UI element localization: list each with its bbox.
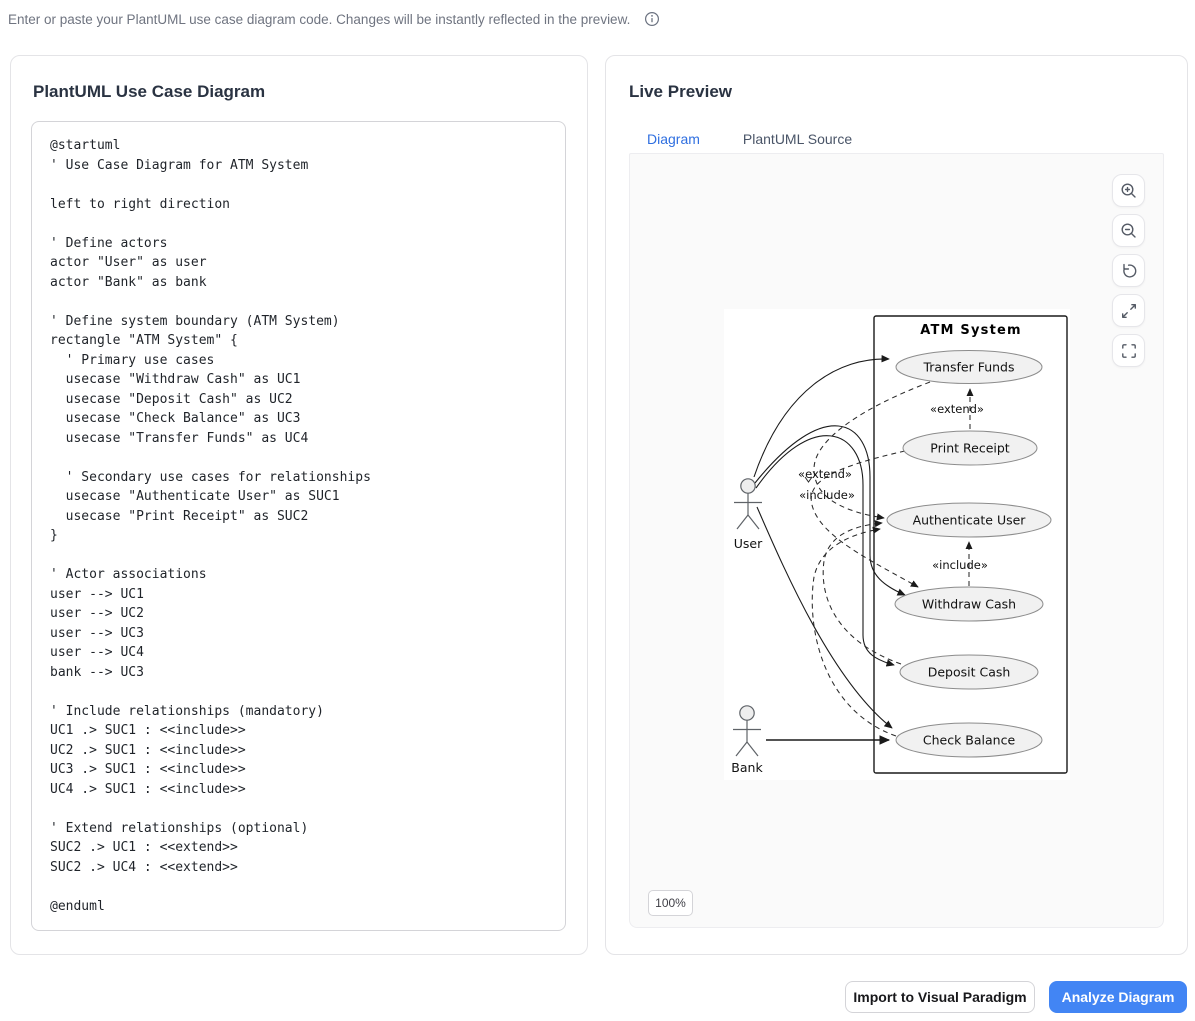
system-boundary-rect — [874, 316, 1067, 773]
preview-panel: Live Preview Diagram PlantUML Source — [605, 55, 1188, 955]
zoom-in-button[interactable] — [1112, 174, 1145, 207]
reset-view-button[interactable] — [1112, 254, 1145, 287]
usecase-label: Authenticate User — [913, 513, 1027, 528]
fit-to-screen-icon — [1119, 341, 1139, 361]
usecase-label: Deposit Cash — [928, 665, 1011, 680]
maximize-icon — [1119, 301, 1139, 321]
reset-view-icon — [1119, 261, 1139, 281]
uml-diagram-canvas[interactable]: ATM System — [724, 309, 1070, 780]
zoom-out-button[interactable] — [1112, 214, 1145, 247]
maximize-button[interactable] — [1112, 294, 1145, 327]
zoom-in-icon — [1119, 181, 1139, 201]
actor-user-label: User — [734, 536, 763, 551]
instruction-text: Enter or paste your PlantUML use case di… — [8, 12, 630, 27]
include-label-left: «include» — [799, 488, 855, 502]
fit-to-screen-button[interactable] — [1112, 334, 1145, 367]
zoom-out-icon — [1119, 221, 1139, 241]
usecase-label: Print Receipt — [930, 441, 1010, 456]
import-to-visual-paradigm-button[interactable]: Import to Visual Paradigm — [845, 981, 1035, 1013]
extend-label-left: «extend» — [798, 467, 852, 481]
actor-bank-label: Bank — [731, 760, 763, 775]
info-circle-icon[interactable] — [644, 11, 660, 27]
usecase-label: Check Balance — [923, 733, 1016, 748]
analyze-diagram-button[interactable]: Analyze Diagram — [1049, 981, 1187, 1013]
page-instruction: Enter or paste your PlantUML use case di… — [8, 11, 660, 27]
usecase-label: Transfer Funds — [922, 360, 1014, 375]
editor-panel: PlantUML Use Case Diagram @startuml ' Us… — [10, 55, 588, 955]
preview-panel-title: Live Preview — [629, 82, 732, 102]
usecase-diagram-svg: ATM System — [724, 309, 1070, 780]
actor-bank — [733, 706, 761, 756]
extend-label-vertical: «extend» — [930, 402, 984, 416]
include-label-vertical: «include» — [932, 558, 988, 572]
diagram-preview-area[interactable]: ATM System — [629, 153, 1164, 928]
system-boundary-title: ATM System — [920, 323, 1022, 338]
code-editor-box: @startuml ' Use Case Diagram for ATM Sys… — [31, 121, 566, 931]
preview-toolbar — [1112, 174, 1145, 367]
zoom-level-badge: 100% — [648, 890, 693, 916]
plantuml-code-editor[interactable]: @startuml ' Use Case Diagram for ATM Sys… — [32, 122, 565, 930]
usecase-label: Withdraw Cash — [922, 597, 1016, 612]
editor-panel-title: PlantUML Use Case Diagram — [33, 82, 265, 102]
